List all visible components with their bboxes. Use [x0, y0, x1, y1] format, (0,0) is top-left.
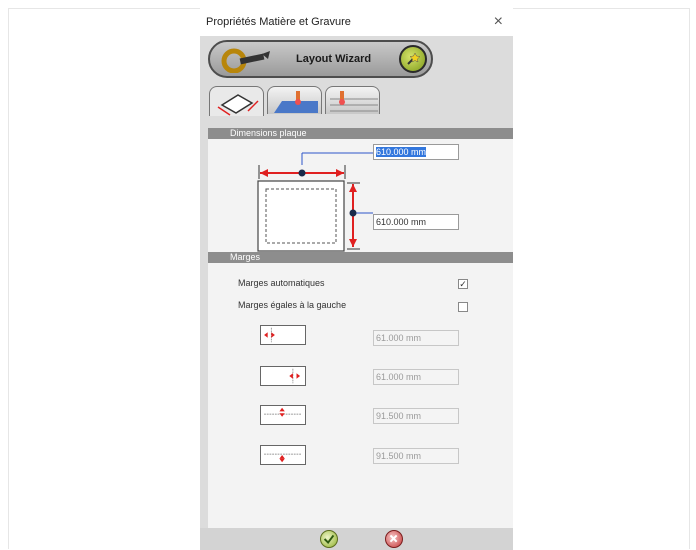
window-title: Propriétés Matière et Gravure: [206, 16, 351, 28]
plate-height-field[interactable]: 610.000 mm: [373, 214, 459, 230]
plate-width-value: 610.000 mm: [376, 147, 427, 157]
tab-cut[interactable]: [325, 86, 380, 114]
layout-wizard-label: Layout Wizard: [296, 53, 372, 65]
top-margin-field[interactable]: 91.500 mm: [373, 408, 459, 424]
laser-cut-icon: [330, 91, 378, 112]
plate-width-field[interactable]: 610.000 mm: [373, 144, 459, 160]
gravure-logo-icon: [221, 48, 270, 73]
title-bar: Propriétés Matière et Gravure ×: [200, 8, 513, 36]
ok-check-icon[interactable]: [320, 530, 338, 548]
laser-engrave-icon: [274, 91, 318, 113]
dimensions-header: Dimensions plaque: [208, 128, 513, 139]
plate-dimension-diagram: [257, 152, 373, 252]
right-margin-field[interactable]: 61.000 mm: [373, 369, 459, 385]
margins-panel: Marges automatiques ✓ Marges égales à la…: [208, 263, 513, 528]
auto-margins-label: Marges automatiques: [238, 278, 325, 288]
footer-bar: [200, 528, 513, 550]
equal-left-margins-label: Marges égales à la gauche: [238, 300, 347, 310]
auto-margins-checkbox[interactable]: ✓: [458, 279, 468, 289]
tab-engrave[interactable]: [267, 86, 322, 114]
dimensions-panel: 610.000 mm 610.000 mm: [208, 139, 513, 252]
magic-wand-icon[interactable]: [399, 45, 427, 73]
right-margin-icon: [260, 366, 306, 386]
left-margin-field[interactable]: 61.000 mm: [373, 330, 459, 346]
plate-icon: [217, 94, 259, 116]
margins-header: Marges: [208, 252, 513, 263]
tab-plate[interactable]: [209, 86, 264, 116]
layout-wizard-bar[interactable]: Layout Wizard: [208, 40, 433, 78]
close-icon[interactable]: ×: [494, 13, 503, 31]
bottom-margin-field[interactable]: 91.500 mm: [373, 448, 459, 464]
dialog-window: Propriétés Matière et Gravure × Layout W…: [200, 8, 513, 550]
cancel-x-icon[interactable]: [385, 530, 403, 548]
top-margin-icon: [260, 405, 306, 425]
left-margin-icon: [260, 325, 306, 345]
equal-left-margins-checkbox[interactable]: [458, 302, 468, 312]
bottom-margin-icon: [260, 445, 306, 465]
